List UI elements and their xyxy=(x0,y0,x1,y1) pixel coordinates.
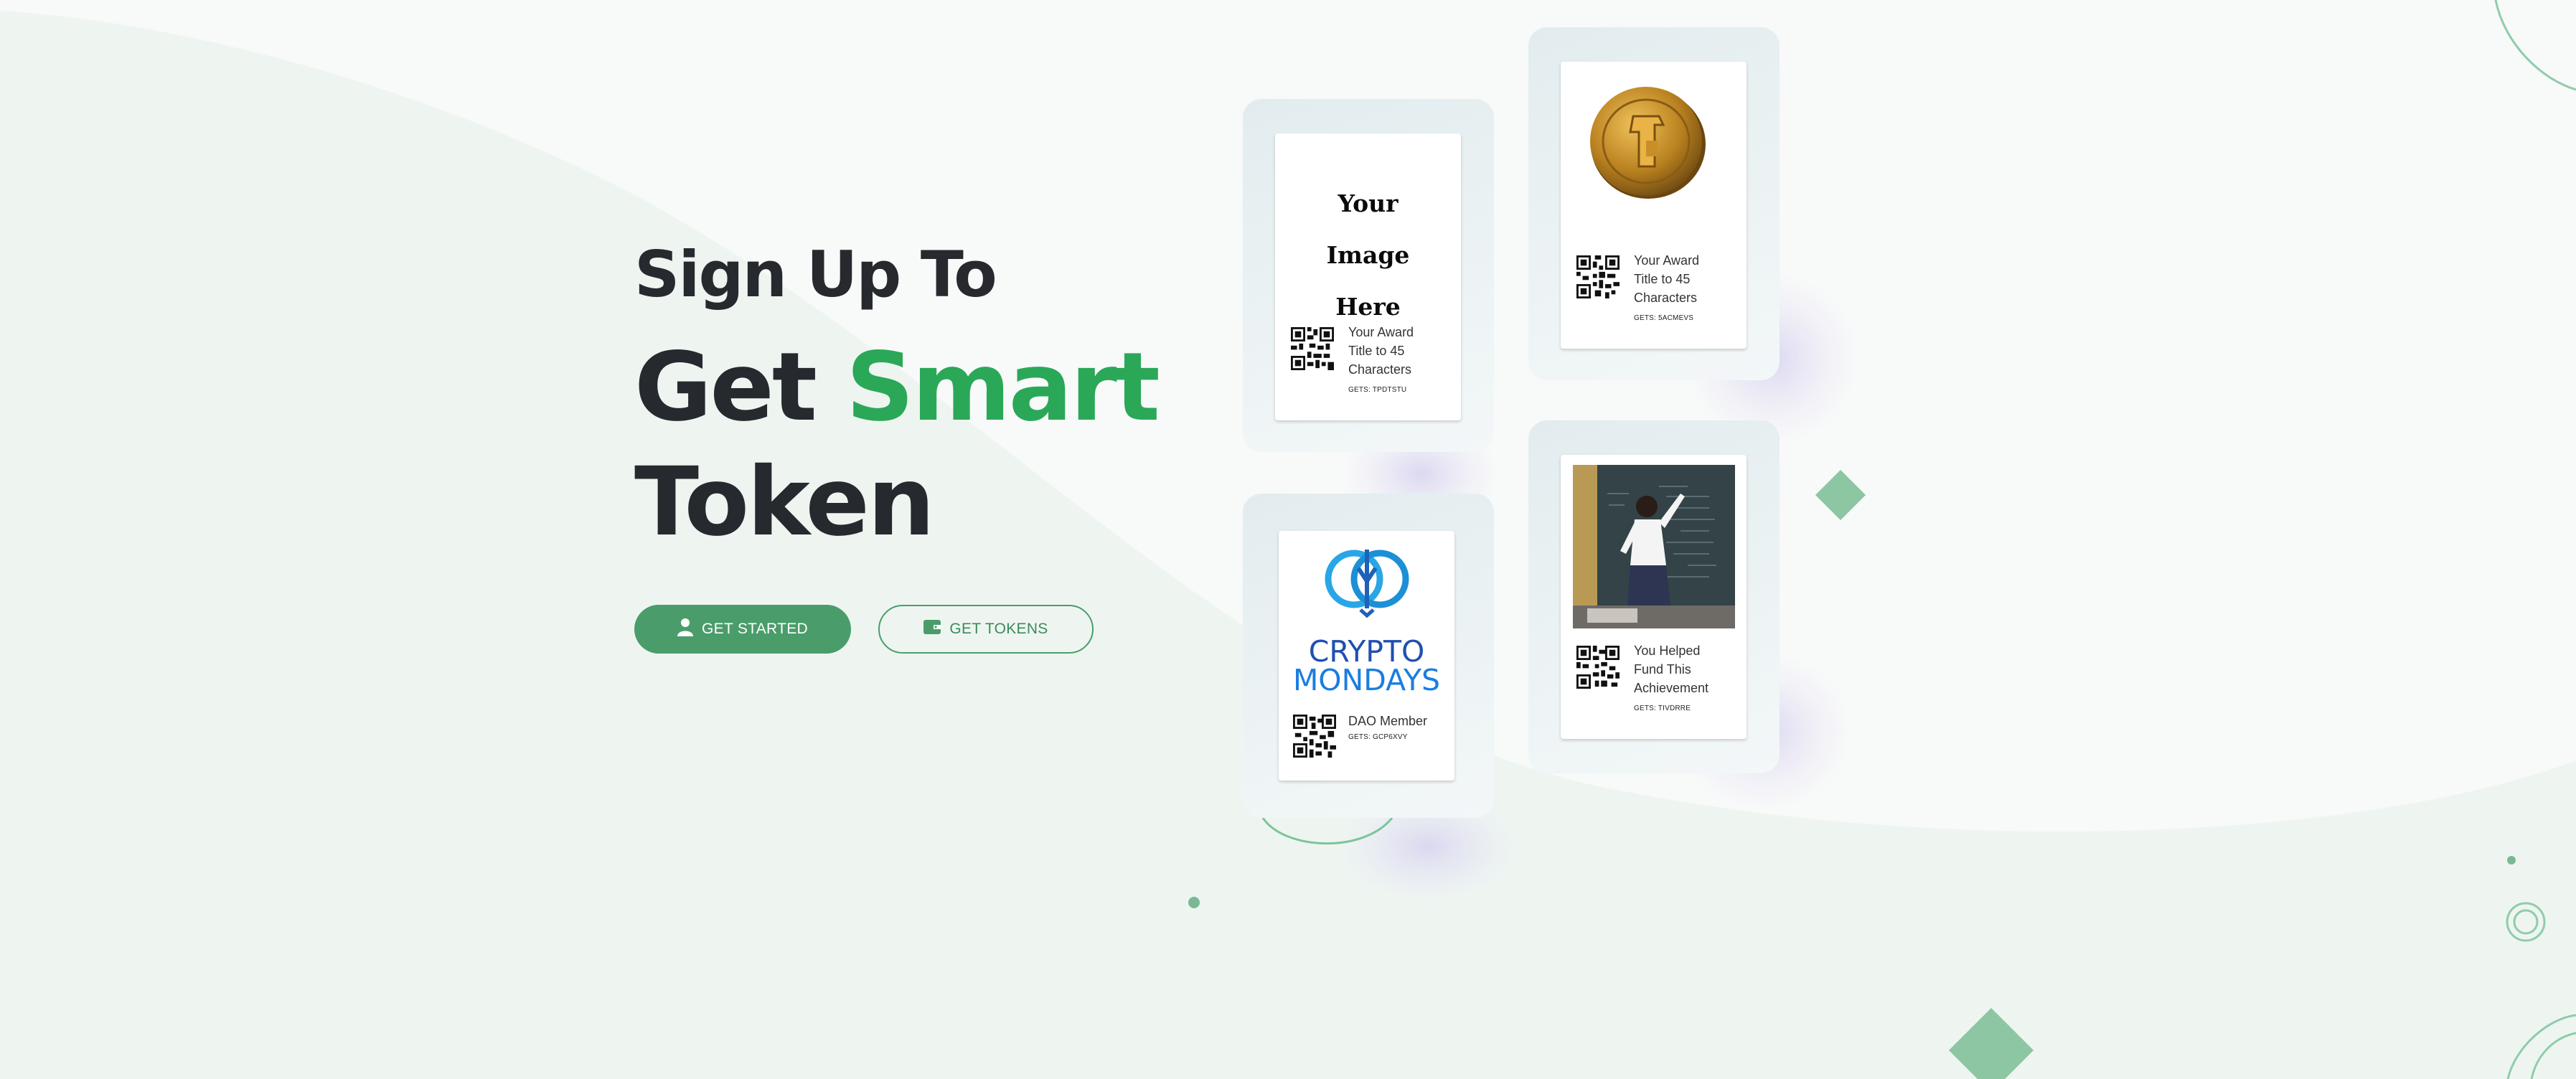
crypto-mondays-logo-icon xyxy=(1325,550,1409,618)
hero-line-2: Get Smart xyxy=(634,330,1251,445)
card-title: DAO Member xyxy=(1348,714,1428,728)
hero-line-1: Sign Up To xyxy=(634,237,997,311)
user-icon xyxy=(677,618,693,641)
qr-code-icon xyxy=(1576,646,1620,689)
qr-code-icon xyxy=(1291,327,1334,370)
qr-code-icon xyxy=(1293,715,1336,758)
classroom-photo xyxy=(1573,465,1735,628)
card-title: Your Award Title to 45 Characters xyxy=(1348,325,1414,377)
card-code: GETS: GCP6XVY xyxy=(1348,733,1408,741)
card-code: GETS: TPDTSTU xyxy=(1348,386,1407,394)
card-code: GETS: TIVDRRE xyxy=(1634,705,1691,712)
get-tokens-button[interactable]: GET TOKENS xyxy=(878,605,1094,654)
card-title: You Helped Fund This Achievement xyxy=(1634,644,1709,695)
card-code: GETS: 5ACMEVS xyxy=(1634,314,1694,322)
image-placeholder-text: Your Image Here xyxy=(1326,189,1410,321)
hero-heading: Sign Up To Get Smart Token xyxy=(634,235,1251,560)
award-card-image-placeholder[interactable]: Your Image Here Your Award Title to 45 C… xyxy=(1275,133,1461,420)
hero-word-get: Get xyxy=(634,332,817,443)
wallet-icon xyxy=(923,620,941,639)
award-card-crypto-mondays[interactable]: CRYPTO MONDAYS DAO Member GETS: GCP6XVY xyxy=(1279,531,1454,781)
card-title: Your Award Title to 45 Characters xyxy=(1634,253,1700,305)
qr-code-icon xyxy=(1576,255,1620,298)
gold-coin-image xyxy=(1590,87,1706,199)
get-started-label: GET STARTED xyxy=(702,621,808,637)
get-started-button[interactable]: GET STARTED xyxy=(634,605,851,654)
hero-word-smart: Smart xyxy=(845,332,1160,443)
award-card-coin[interactable]: Your Award Title to 45 Characters GETS: … xyxy=(1561,62,1747,349)
get-tokens-label: GET TOKENS xyxy=(949,621,1048,637)
logo-line-mondays: MONDAYS xyxy=(1292,663,1441,697)
award-card-teacher[interactable]: You Helped Fund This Achievement GETS: T… xyxy=(1561,455,1747,739)
hero-line-3: Token xyxy=(634,447,935,557)
